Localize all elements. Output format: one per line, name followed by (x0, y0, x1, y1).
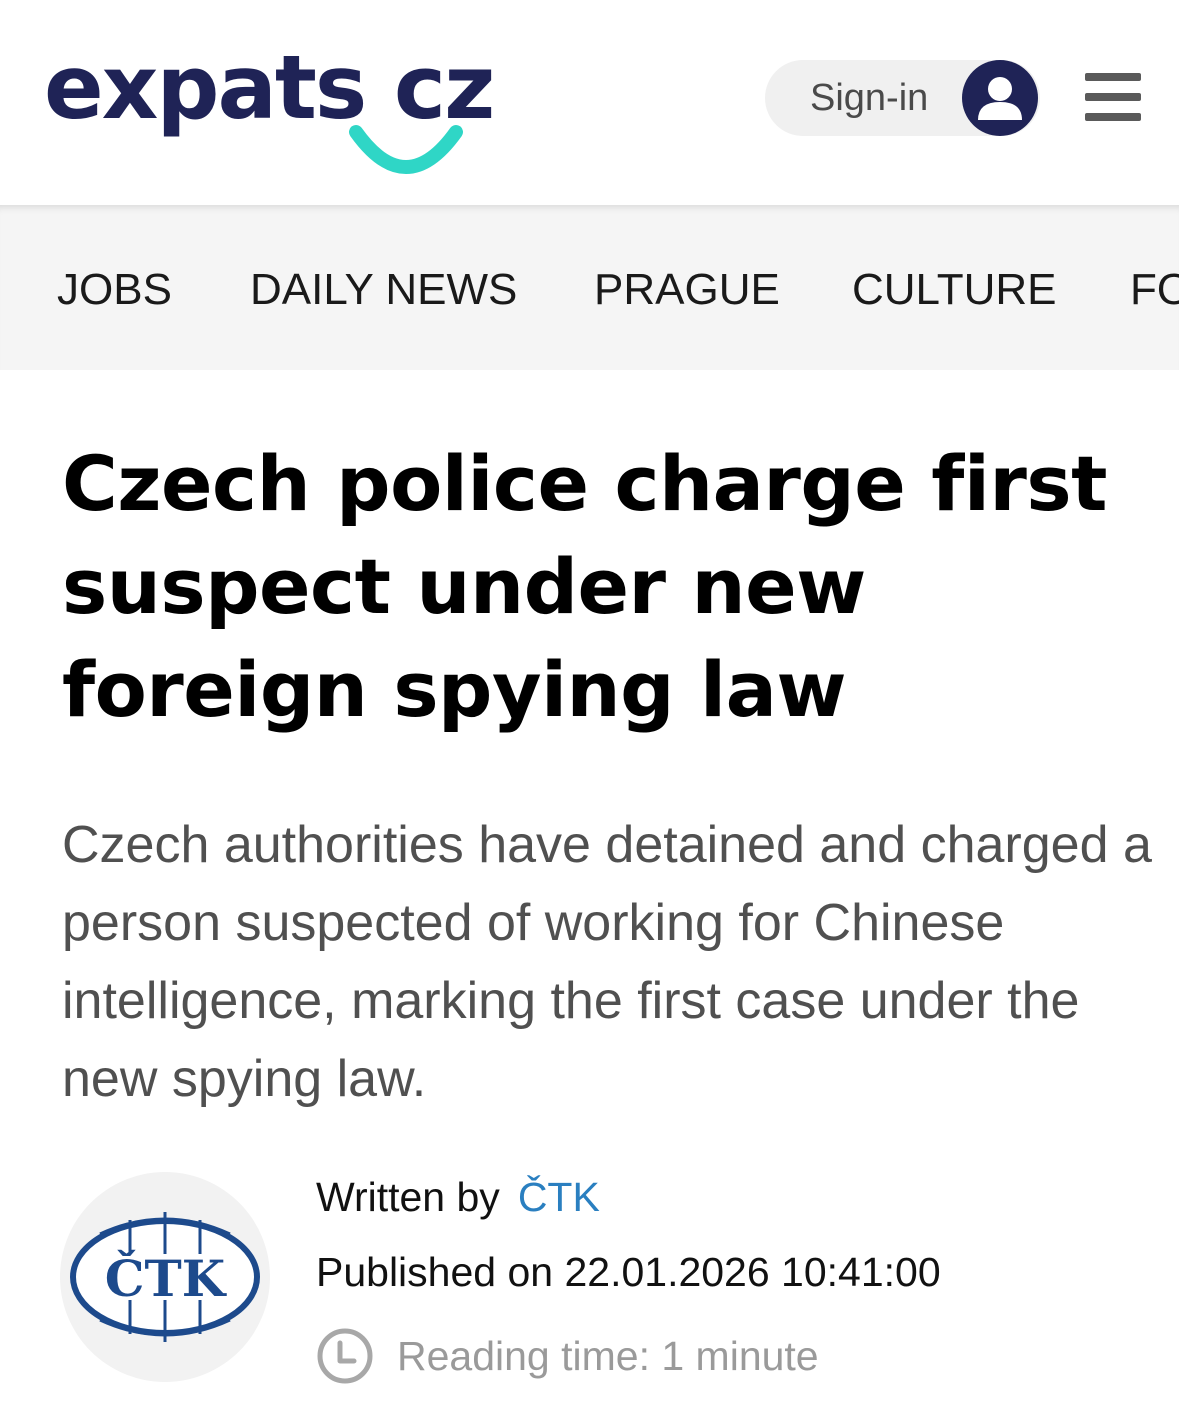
site-logo[interactable]: expats cz (44, 28, 524, 174)
article-lead: Czech authorities have detained and char… (62, 816, 1152, 1108)
clock-icon (317, 1328, 373, 1384)
page: expats cz Sign-in JOBS DAILY NEWS PRAGUE… (0, 0, 1179, 1419)
nav-item-daily-news[interactable]: DAILY NEWS (250, 205, 517, 370)
byline-author-row: Written by ČTK (316, 1170, 600, 1224)
main-nav: JOBS DAILY NEWS PRAGUE CULTURE FO (0, 205, 1179, 370)
reading-time: Reading time: 1 minute (397, 1333, 819, 1379)
article-headline: Czech police charge first suspect under … (62, 439, 1107, 734)
sign-in-label: Sign-in (810, 77, 929, 119)
nav-item-jobs[interactable]: JOBS (57, 205, 172, 370)
nav-item-truncated[interactable]: FO (1130, 205, 1179, 370)
author-link[interactable]: ČTK (518, 1174, 600, 1220)
nav-item-culture[interactable]: CULTURE (852, 205, 1057, 370)
ctk-logo-text: ČTK (105, 1249, 227, 1308)
sign-in-button[interactable]: Sign-in (765, 60, 1040, 136)
published-date: Published on 22.01.2026 10:41:00 (316, 1249, 941, 1295)
logo-smile-icon (349, 125, 463, 174)
ctk-logo-icon: ČTK (70, 1212, 260, 1342)
written-by-label: Written by (316, 1174, 500, 1220)
site-header: expats cz Sign-in (0, 0, 1179, 205)
user-icon (962, 60, 1038, 136)
author-avatar[interactable]: ČTK (60, 1172, 270, 1382)
hamburger-menu-icon[interactable] (1085, 73, 1141, 121)
nav-item-prague[interactable]: PRAGUE (594, 205, 780, 370)
